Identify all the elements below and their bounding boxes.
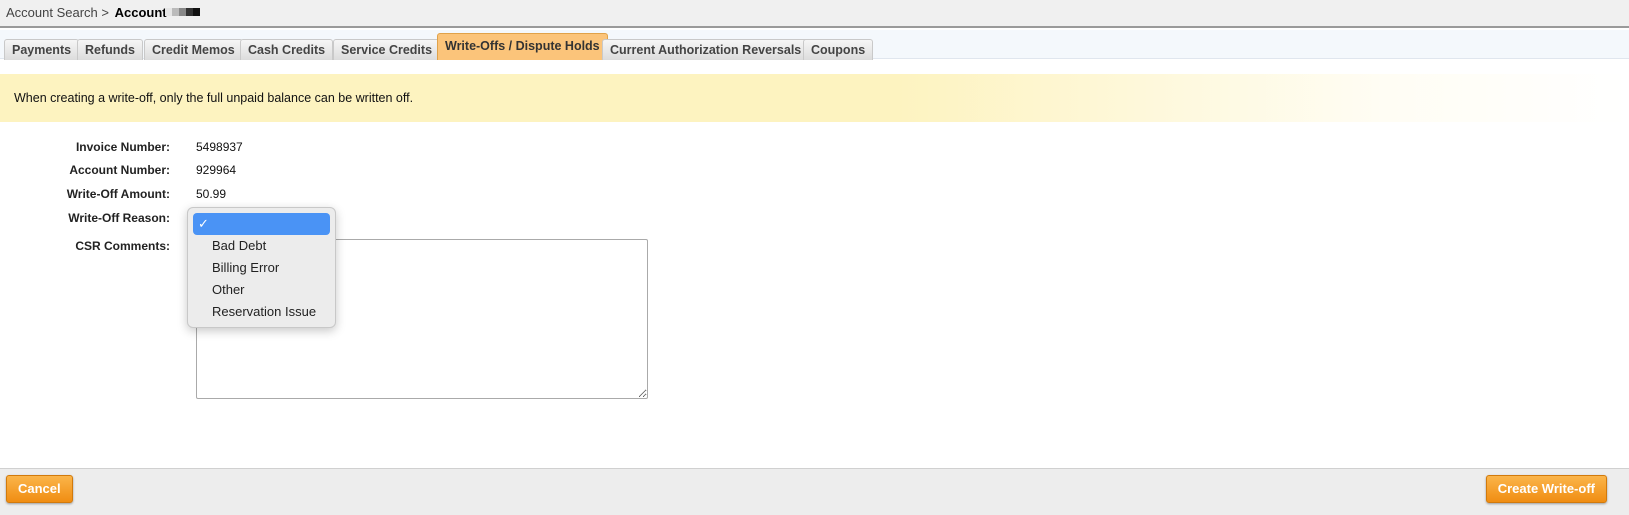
account-number-value: 929964 xyxy=(196,163,237,177)
cancel-button[interactable]: Cancel xyxy=(6,475,73,503)
tab-authorization-reversals[interactable]: Current Authorization Reversals xyxy=(602,39,810,60)
tab-coupons[interactable]: Coupons xyxy=(803,39,874,60)
tab-credit-memos[interactable]: Credit Memos xyxy=(144,39,243,60)
tab-write-offs[interactable]: Write-Offs / Dispute Holds xyxy=(437,33,608,60)
redacted-account-id xyxy=(165,8,200,16)
create-write-off-button[interactable]: Create Write-off xyxy=(1485,475,1607,503)
account-number-row: Account Number: 929964 xyxy=(0,163,900,181)
notice-banner: When creating a write-off, only the full… xyxy=(0,74,1629,122)
reason-option-reservation-issue[interactable]: Reservation Issue xyxy=(193,301,330,323)
invoice-number-value: 5498937 xyxy=(196,140,243,154)
breadcrumb-current: Account xyxy=(114,5,167,20)
write-off-amount-value: 50.99 xyxy=(196,187,227,201)
breadcrumb-parent-link[interactable]: Account Search > xyxy=(6,5,109,20)
checkmark-icon: ✓ xyxy=(198,216,209,231)
tab-payments[interactable]: Payments xyxy=(4,39,80,60)
tab-service-credits[interactable]: Service Credits xyxy=(333,39,441,60)
header-bar: Account Search > Account xyxy=(0,0,1629,28)
write-off-reason-label: Write-Off Reason: xyxy=(68,211,170,225)
notice-text: When creating a write-off, only the full… xyxy=(14,91,414,105)
csr-comments-label: CSR Comments: xyxy=(75,239,170,253)
reason-option-billing-error[interactable]: Billing Error xyxy=(193,257,330,279)
invoice-number-label: Invoice Number: xyxy=(75,140,170,154)
write-off-reason-dropdown[interactable]: ✓ Bad Debt Billing Error Other Reservati… xyxy=(187,207,336,328)
tab-refunds[interactable]: Refunds xyxy=(77,39,143,60)
write-off-amount-label: Write-Off Amount: xyxy=(66,187,170,201)
tab-cash-credits[interactable]: Cash Credits xyxy=(240,39,334,60)
reason-option-bad-debt[interactable]: Bad Debt xyxy=(193,235,330,257)
breadcrumb: Account Search > Account xyxy=(6,5,167,20)
write-off-reason-row: Write-Off Reason: xyxy=(0,211,900,229)
invoice-number-row: Invoice Number: 5498937 xyxy=(0,140,900,158)
reason-option-blank[interactable]: ✓ xyxy=(193,213,330,235)
write-off-amount-row: Write-Off Amount: 50.99 xyxy=(0,187,900,205)
action-bar: Cancel Create Write-off xyxy=(0,468,1629,515)
account-number-label: Account Number: xyxy=(69,163,170,177)
reason-option-other[interactable]: Other xyxy=(193,279,330,301)
tab-strip: Payments Refunds Credit Memos Cash Credi… xyxy=(0,30,1629,60)
